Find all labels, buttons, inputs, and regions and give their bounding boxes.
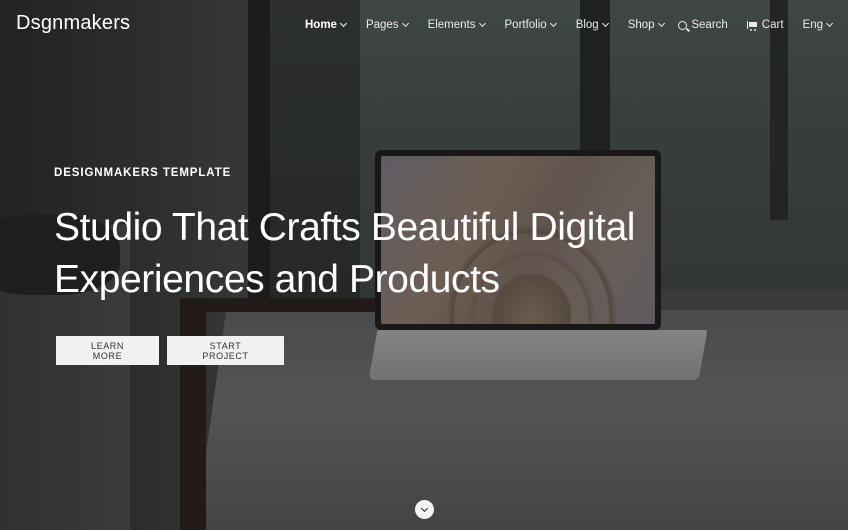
chevron-down-icon <box>420 504 429 512</box>
hero-headline: Studio That Crafts Beautiful Digital Exp… <box>54 202 774 306</box>
search-label: Search <box>691 19 728 31</box>
nav-item-label: Blog <box>575 19 599 31</box>
language-label: Eng <box>802 19 823 31</box>
hero-section: Dsgnmakers Home Pages Elements Portfolio… <box>0 0 848 530</box>
nav-item-label: Shop <box>627 19 655 31</box>
nav-item-label: Pages <box>365 19 399 31</box>
nav-item-shop[interactable]: Shop <box>627 19 665 31</box>
nav-item-portfolio[interactable]: Portfolio <box>504 19 557 31</box>
headline-line-2: Experiences and Products <box>54 258 500 301</box>
chevron-down-icon <box>825 19 834 28</box>
logo[interactable]: Dsgnmakers <box>16 12 130 35</box>
chevron-down-icon <box>601 19 609 28</box>
search-icon <box>678 20 688 30</box>
nav-item-label: Portfolio <box>504 19 547 31</box>
nav-item-home[interactable]: Home <box>305 19 347 31</box>
cart-label: Cart <box>761 19 784 31</box>
nav-item-label: Home <box>305 19 337 31</box>
nav-item-blog[interactable]: Blog <box>575 19 609 31</box>
hero-eyebrow: DESIGNMAKERS TEMPLATE <box>54 167 232 179</box>
cart-icon <box>746 21 758 31</box>
site-header: Dsgnmakers Home Pages Elements Portfolio… <box>0 0 848 52</box>
chevron-down-icon <box>549 19 557 28</box>
cart-button[interactable]: Cart <box>746 19 784 31</box>
chevron-down-icon <box>339 19 347 28</box>
chevron-down-icon <box>478 19 486 28</box>
main-nav: Home Pages Elements Portfolio Blog Shop <box>305 19 684 31</box>
language-selector[interactable]: Eng <box>802 19 834 31</box>
chevron-down-icon <box>401 19 409 28</box>
nav-item-pages[interactable]: Pages <box>365 19 409 31</box>
learn-more-button[interactable]: LEARN MORE <box>56 336 159 365</box>
header-utilities: Search Cart Eng <box>659 19 834 31</box>
search-button[interactable]: Search <box>678 19 728 31</box>
nav-item-label: Elements <box>427 19 476 31</box>
hero-buttons: LEARN MORE START PROJECT <box>56 336 284 365</box>
scroll-down-button[interactable] <box>415 500 434 519</box>
start-project-button[interactable]: START PROJECT <box>167 336 284 365</box>
nav-item-elements[interactable]: Elements <box>427 19 486 31</box>
headline-line-1: Studio That Crafts Beautiful Digital <box>54 206 636 249</box>
